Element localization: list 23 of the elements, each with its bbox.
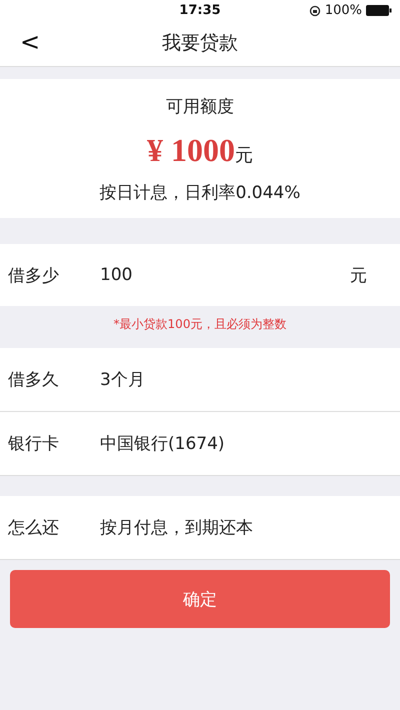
quota-amount: ¥ 1000 xyxy=(147,132,235,169)
rotation-lock-icon xyxy=(308,4,321,16)
status-time: 17:35 xyxy=(179,2,221,18)
form-row[interactable]: 银行卡 中国银行(1674) xyxy=(0,412,400,476)
field-value: 3个月 xyxy=(100,369,145,391)
field-label: 借多久 xyxy=(8,369,60,391)
back-button[interactable]: < xyxy=(16,28,44,56)
interest-rate: 按日计息，日利率0.044% xyxy=(100,182,300,204)
field-label: 银行卡 xyxy=(8,433,60,455)
unit-label: 元 xyxy=(350,264,368,286)
field-label: 怎么还 xyxy=(8,517,60,539)
field-label: 借多少 xyxy=(8,264,60,286)
hint-text: *最小贷款100元，且必须为整数 xyxy=(114,316,286,332)
currency-unit: 元 xyxy=(235,144,253,167)
form-row[interactable]: 怎么还 按月付息，到期还本 xyxy=(0,496,400,560)
confirm-button[interactable]: 确定 xyxy=(10,570,390,628)
battery-icon xyxy=(366,5,392,16)
field-value: 中国银行(1674) xyxy=(100,433,225,455)
form-row[interactable]: 借多久 3个月 xyxy=(0,348,400,412)
quota-label: 可用额度 xyxy=(166,96,234,118)
battery-percentage: 100% xyxy=(324,3,362,18)
page-title: 我要贷款 xyxy=(162,31,238,56)
field-value: 按月付息，到期还本 xyxy=(100,517,253,539)
